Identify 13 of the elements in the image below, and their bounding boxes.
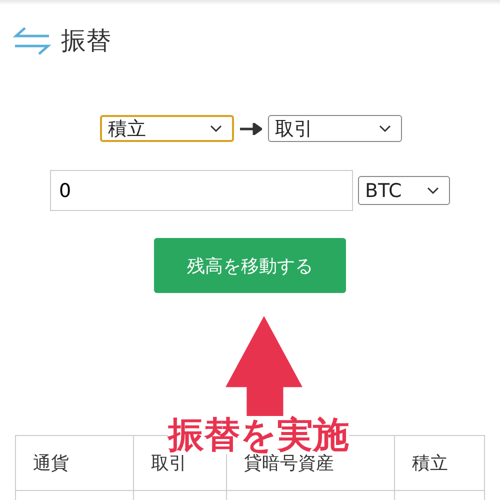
annotation-text: 振替を実施 [168,418,349,454]
to-dropdown[interactable]: 取引 [268,115,402,142]
column-header: 積立 [394,436,484,490]
chevron-down-icon [210,124,222,132]
chevron-down-icon [379,124,391,132]
amount-field[interactable]: 0 [50,170,353,211]
currency-dropdown[interactable]: BTC [358,176,450,205]
right-arrow-icon [240,122,262,134]
column-header: 通貨 [16,436,134,490]
chevron-down-icon [427,186,439,194]
page-title: 振替 [61,25,111,57]
transfer-icon [13,26,51,56]
from-dropdown[interactable]: 積立 [100,115,234,142]
